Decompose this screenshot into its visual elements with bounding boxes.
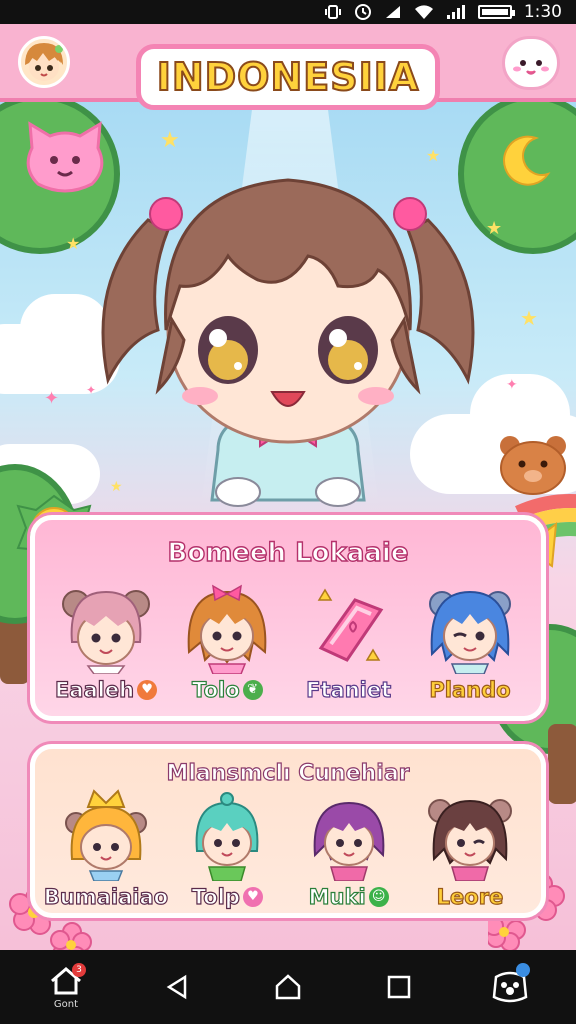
item-name: Ftaniet xyxy=(306,677,392,702)
status-bar: 1:30 xyxy=(0,0,576,24)
character-name: Bumaiaiao xyxy=(43,884,169,909)
teal-hair-boy-portrait xyxy=(195,792,259,881)
character-roster-panel: Mlansmclı Cunehiar Bumaiaiao Tolp ♥ Muki… xyxy=(30,744,546,918)
main-character-illustration xyxy=(101,178,475,507)
vibrate-icon xyxy=(324,4,342,20)
featured-character-card[interactable]: Eaaleh ♥ xyxy=(47,582,165,703)
roster-character-card[interactable]: Bumaiaiao xyxy=(43,789,169,910)
crowned-girl-portrait xyxy=(65,789,147,881)
back-button[interactable] xyxy=(145,957,209,1017)
signal-icon xyxy=(446,4,466,20)
featured-character-card[interactable]: Tolo ❦ xyxy=(168,582,286,703)
bear-girl-portrait xyxy=(62,590,150,674)
network-icon xyxy=(384,4,402,20)
pink-gem-icon xyxy=(317,588,383,662)
purple-hair-girl-portrait xyxy=(313,801,385,881)
page-title: INDONESIIA xyxy=(156,54,420,100)
character-name: Muki xyxy=(308,884,366,909)
ginger-girl-portrait xyxy=(187,584,267,674)
home-game-button[interactable]: 3 Gont xyxy=(34,957,98,1017)
notification-dot xyxy=(516,963,530,977)
friends-button[interactable] xyxy=(478,957,542,1017)
blue-hair-girl-portrait xyxy=(428,590,511,674)
wifi-icon xyxy=(414,4,434,20)
title-banner: INDONESIIA xyxy=(136,44,440,110)
roster-character-card[interactable]: Leore xyxy=(411,789,529,910)
roster-character-card[interactable]: Tolp ♥ xyxy=(168,789,286,910)
battery-icon xyxy=(477,5,515,19)
alarm-icon xyxy=(354,3,372,21)
featured-character-card[interactable]: Plando xyxy=(411,582,529,703)
home-outline-icon xyxy=(275,974,301,1000)
character-name: Eaaleh xyxy=(54,677,135,702)
home-label: Gont xyxy=(53,998,79,1010)
notification-badge: 3 xyxy=(72,963,86,977)
featured-panel-title: Bomeeh Lokaaie xyxy=(167,537,409,568)
character-name: Leore xyxy=(436,884,504,909)
home-button[interactable] xyxy=(256,957,320,1017)
featured-characters-panel: Bomeeh Lokaaie Eaaleh ♥ Tolo ❦ Ftaniet P… xyxy=(30,515,546,721)
featured-item-card[interactable]: Ftaniet xyxy=(290,582,408,703)
back-triangle-icon xyxy=(166,974,187,1000)
heart-icon: ♥ xyxy=(242,887,263,907)
heart-icon: ♥ xyxy=(137,680,158,700)
recents-square-icon xyxy=(387,975,411,999)
player-avatar[interactable] xyxy=(18,36,70,88)
system-navigation-bar: 3 Gont xyxy=(0,950,576,1024)
character-name: Plando xyxy=(429,677,511,702)
clock-time: 1:30 xyxy=(523,2,562,22)
roster-character-card[interactable]: Muki ☺ xyxy=(290,789,408,910)
character-name: Tolo xyxy=(191,677,240,702)
roster-panel-title: Mlansmclı Cunehiar xyxy=(166,760,410,786)
cloud-mascot-icon[interactable] xyxy=(502,36,560,90)
leaf-icon: ❦ xyxy=(242,680,263,700)
brown-hair-girl-portrait xyxy=(427,799,512,881)
character-name: Tolp xyxy=(191,884,240,909)
smile-icon: ☺ xyxy=(368,887,389,907)
recents-button[interactable] xyxy=(367,957,431,1017)
